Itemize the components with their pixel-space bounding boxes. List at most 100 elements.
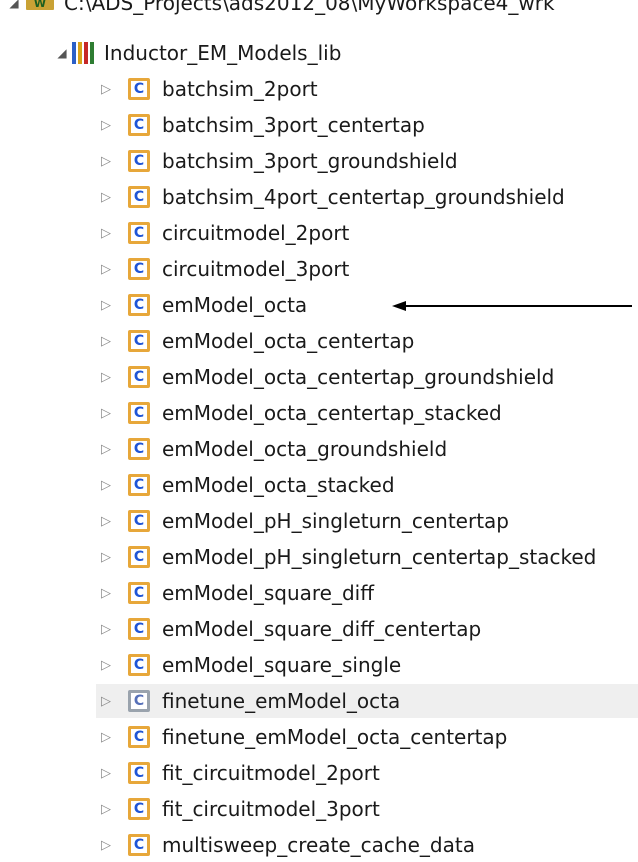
cell-icon-letter: C bbox=[133, 729, 145, 745]
cell-row[interactable]: ▷ CemModel_octa_groundshield bbox=[96, 432, 447, 466]
cell-row[interactable]: ▷ Cfinetune_emModel_octa bbox=[96, 684, 638, 718]
cell-label: emModel_square_diff_centertap bbox=[162, 617, 482, 641]
library-icon bbox=[72, 42, 94, 64]
collapsed-arrow-icon[interactable]: ▷ bbox=[96, 298, 116, 313]
cell-label: emModel_octa_centertap_groundshield bbox=[162, 365, 555, 389]
cell-icon-letter: C bbox=[133, 189, 145, 205]
cell-row[interactable]: ▷ Cfit_circuitmodel_2port bbox=[96, 756, 380, 790]
collapsed-arrow-icon[interactable]: ▷ bbox=[96, 658, 116, 673]
collapsed-arrow-icon[interactable]: ▷ bbox=[96, 406, 116, 421]
collapsed-arrow-icon[interactable]: ▷ bbox=[96, 730, 116, 745]
cell-row[interactable]: ▷ Cbatchsim_4port_centertap_groundshield bbox=[96, 180, 565, 214]
cell-row[interactable]: ▷ CemModel_square_diff_centertap bbox=[96, 612, 481, 646]
cell-row[interactable]: ▷ CemModel_octa_centertap_groundshield bbox=[96, 360, 554, 394]
cell-row[interactable]: ▷ Cbatchsim_2port bbox=[96, 72, 318, 106]
cell-label: circuitmodel_2port bbox=[162, 221, 350, 245]
collapsed-arrow-icon[interactable]: ▷ bbox=[96, 118, 116, 133]
cell-label: finetune_emModel_octa_centertap bbox=[162, 725, 508, 749]
collapsed-arrow-icon[interactable]: ▷ bbox=[96, 550, 116, 565]
cell-icon-letter: C bbox=[133, 837, 145, 853]
cell-icon: C bbox=[128, 150, 150, 172]
collapsed-arrow-icon[interactable]: ▷ bbox=[96, 442, 116, 457]
collapsed-arrow-icon[interactable]: ▷ bbox=[96, 334, 116, 349]
cell-icon: C bbox=[128, 690, 150, 712]
cell-label: emModel_square_diff bbox=[162, 581, 375, 605]
cell-icon-letter: C bbox=[133, 693, 145, 709]
cell-icon-letter: C bbox=[133, 549, 145, 565]
cell-label: batchsim_4port_centertap_groundshield bbox=[162, 185, 565, 209]
cell-label: fit_circuitmodel_2port bbox=[162, 761, 380, 785]
cell-icon-letter: C bbox=[133, 405, 145, 421]
cell-icon-letter: C bbox=[133, 513, 145, 529]
workspace-row[interactable]: ◢ W C:\ADS_Projects\ads2012_08\MyWorkspa… bbox=[4, 0, 555, 20]
expanded-arrow-icon[interactable]: ◢ bbox=[4, 0, 24, 10]
cell-icon: C bbox=[128, 474, 150, 496]
cell-icon: C bbox=[128, 366, 150, 388]
cell-label: batchsim_3port_centertap bbox=[162, 113, 425, 137]
cell-label: emModel_pH_singleturn_centertap_stacked bbox=[162, 545, 597, 569]
cell-row[interactable]: ▷ CemModel_pH_singleturn_centertap_stacke… bbox=[96, 540, 596, 574]
cell-icon: C bbox=[128, 726, 150, 748]
cell-row[interactable]: ▷ CemModel_octa_centertap bbox=[96, 324, 414, 358]
cell-icon: C bbox=[128, 258, 150, 280]
cell-row[interactable]: ▷ CemModel_octa bbox=[96, 288, 307, 322]
collapsed-arrow-icon[interactable]: ▷ bbox=[96, 82, 116, 97]
cell-row[interactable]: ▷ CemModel_octa_centertap_stacked bbox=[96, 396, 502, 430]
cell-icon-letter: C bbox=[133, 153, 145, 169]
collapsed-arrow-icon[interactable]: ▷ bbox=[96, 622, 116, 637]
collapsed-arrow-icon[interactable]: ▷ bbox=[96, 262, 116, 277]
cell-label: fit_circuitmodel_3port bbox=[162, 797, 380, 821]
cell-row[interactable]: ▷ Cbatchsim_3port_groundshield bbox=[96, 144, 458, 178]
cell-icon-letter: C bbox=[133, 225, 145, 241]
cell-icon-letter: C bbox=[133, 657, 145, 673]
cell-icon: C bbox=[128, 654, 150, 676]
collapsed-arrow-icon[interactable]: ▷ bbox=[96, 154, 116, 169]
cell-row[interactable]: ▷ Cfinetune_emModel_octa_centertap bbox=[96, 720, 507, 754]
collapsed-arrow-icon[interactable]: ▷ bbox=[96, 838, 116, 853]
collapsed-arrow-icon[interactable]: ▷ bbox=[96, 514, 116, 529]
cell-label: emModel_octa_stacked bbox=[162, 473, 395, 497]
cell-row[interactable]: ▷ Ccircuitmodel_2port bbox=[96, 216, 349, 250]
cell-label: emModel_octa bbox=[162, 293, 308, 317]
collapsed-arrow-icon[interactable]: ▷ bbox=[96, 478, 116, 493]
cell-icon: C bbox=[128, 78, 150, 100]
expanded-arrow-icon[interactable]: ◢ bbox=[52, 46, 72, 60]
cell-icon: C bbox=[128, 618, 150, 640]
cell-row[interactable]: ▷ Ccircuitmodel_3port bbox=[96, 252, 349, 286]
cell-icon: C bbox=[128, 582, 150, 604]
cell-row[interactable]: ▷ CemModel_octa_stacked bbox=[96, 468, 395, 502]
cell-icon-letter: C bbox=[133, 621, 145, 637]
cell-icon: C bbox=[128, 330, 150, 352]
cell-label: multisweep_create_cache_data bbox=[162, 833, 475, 857]
cell-row[interactable]: ▷ Cbatchsim_3port_centertap bbox=[96, 108, 425, 142]
collapsed-arrow-icon[interactable]: ▷ bbox=[96, 370, 116, 385]
cell-icon: C bbox=[128, 438, 150, 460]
cell-row[interactable]: ▷ CemModel_pH_singleturn_centertap bbox=[96, 504, 509, 538]
cell-icon: C bbox=[128, 186, 150, 208]
cell-label: batchsim_2port bbox=[162, 77, 318, 101]
cell-label: emModel_pH_singleturn_centertap bbox=[162, 509, 509, 533]
cell-icon: C bbox=[128, 222, 150, 244]
cell-icon-letter: C bbox=[133, 261, 145, 277]
collapsed-arrow-icon[interactable]: ▷ bbox=[96, 802, 116, 817]
workspace-path: C:\ADS_Projects\ads2012_08\MyWorkspace4_… bbox=[64, 0, 555, 15]
cell-icon-letter: C bbox=[133, 765, 145, 781]
collapsed-arrow-icon[interactable]: ▷ bbox=[96, 226, 116, 241]
cell-row[interactable]: ▷ CemModel_square_diff bbox=[96, 576, 374, 610]
cell-row[interactable]: ▷ Cfit_circuitmodel_3port bbox=[96, 792, 380, 826]
cell-icon-letter: C bbox=[133, 297, 145, 313]
collapsed-arrow-icon[interactable]: ▷ bbox=[96, 694, 116, 709]
cell-icon: C bbox=[128, 510, 150, 532]
cell-label: finetune_emModel_octa bbox=[162, 689, 401, 713]
cell-row[interactable]: ▷ CemModel_square_single bbox=[96, 648, 401, 682]
cell-row[interactable]: ▷ Cmultisweep_create_cache_data bbox=[96, 828, 475, 862]
collapsed-arrow-icon[interactable]: ▷ bbox=[96, 586, 116, 601]
collapsed-arrow-icon[interactable]: ▷ bbox=[96, 190, 116, 205]
cell-icon-letter: C bbox=[133, 477, 145, 493]
cell-icon-letter: C bbox=[133, 81, 145, 97]
cell-icon-letter: C bbox=[133, 441, 145, 457]
cell-icon: C bbox=[128, 834, 150, 856]
annotation-arrow bbox=[392, 301, 632, 311]
library-row[interactable]: ◢ Inductor_EM_Models_lib bbox=[52, 36, 341, 70]
collapsed-arrow-icon[interactable]: ▷ bbox=[96, 766, 116, 781]
